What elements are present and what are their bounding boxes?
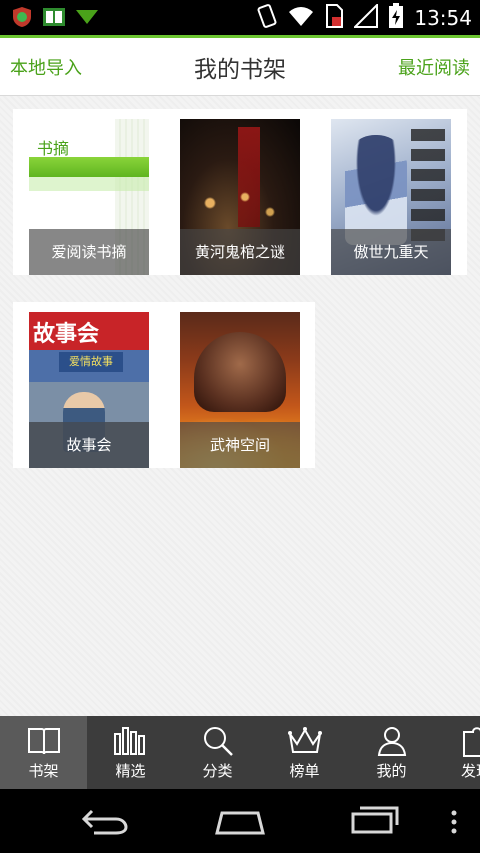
status-bar: 13:54	[0, 0, 480, 35]
download-icon	[74, 8, 100, 30]
app-header: 本地导入 我的书架 最近阅读	[0, 35, 480, 96]
book-open-icon	[26, 724, 62, 758]
search-icon	[200, 724, 236, 758]
book-item[interactable]: 武神空间	[180, 312, 300, 468]
tab-mine[interactable]: 我的	[348, 716, 435, 789]
book-item[interactable]: 傲世九重天	[331, 119, 451, 275]
book-item[interactable]: 黄河鬼棺之谜	[180, 119, 300, 275]
book-title: 傲世九重天	[331, 229, 451, 275]
tab-featured[interactable]: 精选	[87, 716, 174, 789]
sim-error-icon	[324, 4, 344, 32]
book-title: 武神空间	[180, 422, 300, 468]
shelf-row: 书摘 爱阅读书摘 黄河鬼棺之谜 傲世九重天	[13, 109, 467, 275]
tab-label: 发现	[461, 762, 480, 780]
tab-ranking[interactable]: 榜单	[261, 716, 348, 789]
book-item[interactable]: 书摘 爱阅读书摘	[29, 119, 149, 275]
back-icon[interactable]	[80, 807, 130, 839]
recent-reading-button[interactable]: 最近阅读	[398, 54, 470, 80]
person-icon	[374, 724, 410, 758]
tab-discover[interactable]: 发现	[435, 716, 480, 789]
tab-label: 榜单	[289, 762, 320, 780]
tab-label: 书架	[28, 762, 59, 780]
wifi-icon	[288, 5, 314, 31]
cover-subtitle: 爱情故事	[69, 355, 113, 368]
crown-icon	[287, 724, 323, 758]
book-icon	[42, 6, 66, 32]
clock: 13:54	[414, 6, 472, 30]
book-item[interactable]: 故事会 爱情故事 故事会	[29, 312, 149, 468]
tab-label: 分类	[202, 762, 233, 780]
cover-tag: 书摘	[37, 139, 70, 158]
cover-masthead: 故事会	[33, 322, 100, 347]
bottom-tab-bar: 书架 精选 分类 榜单 我的 发现	[0, 716, 480, 789]
menu-icon[interactable]	[449, 809, 459, 839]
system-icons: 13:54	[256, 2, 472, 33]
battery-charging-icon	[388, 3, 404, 33]
book-title: 黄河鬼棺之谜	[180, 229, 300, 275]
book-title: 爱阅读书摘	[29, 229, 149, 275]
tab-category[interactable]: 分类	[174, 716, 261, 789]
system-nav-bar	[0, 789, 480, 853]
shelf-row: 故事会 爱情故事 故事会 武神空间	[13, 302, 315, 468]
tab-label: 精选	[115, 762, 146, 780]
notification-icons	[10, 5, 100, 33]
bars-icon	[113, 724, 149, 758]
puzzle-icon	[461, 724, 480, 758]
signal-icon	[352, 2, 379, 32]
home-icon[interactable]	[214, 807, 266, 839]
vibrate-icon	[256, 3, 278, 33]
tab-label: 我的	[376, 762, 407, 780]
recent-apps-icon[interactable]	[350, 805, 400, 839]
app-shield-icon	[10, 5, 34, 33]
book-title: 故事会	[29, 422, 149, 468]
bookshelf: 书摘 爱阅读书摘 黄河鬼棺之谜 傲世九重天 故事会 爱情故事 故事会 武神空间	[0, 96, 480, 716]
tab-bookshelf[interactable]: 书架	[0, 716, 87, 789]
